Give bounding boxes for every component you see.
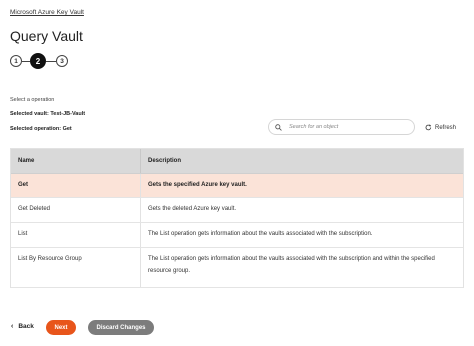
back-label: Back	[18, 323, 34, 330]
table-row[interactable]: List The List operation gets information…	[11, 223, 463, 248]
stepper-connector	[46, 61, 56, 62]
row-description: Gets the specified Azure key vault.	[148, 182, 247, 188]
table-row[interactable]: Get Gets the specified Azure key vault.	[11, 174, 463, 198]
next-button[interactable]: Next	[46, 320, 76, 335]
step-3[interactable]: 3	[56, 55, 68, 67]
row-name: List	[11, 223, 141, 247]
back-button[interactable]: ‹ Back	[11, 323, 34, 330]
row-description: The List operation gets information abou…	[148, 256, 435, 274]
chevron-left-icon: ‹	[11, 323, 14, 330]
row-name: Get	[11, 174, 141, 197]
row-name: Get Deleted	[11, 198, 141, 222]
discard-changes-button[interactable]: Discard Changes	[88, 320, 154, 335]
breadcrumb[interactable]: Microsoft Azure Key Vault	[10, 9, 84, 16]
search-box[interactable]	[268, 119, 415, 135]
search-input[interactable]	[289, 124, 409, 130]
stepper: 1 2 3	[10, 53, 80, 69]
operation-label: Select a operation	[10, 97, 55, 103]
search-icon	[275, 123, 282, 131]
refresh-icon	[425, 124, 432, 131]
row-description: Gets the deleted Azure key vault.	[148, 206, 237, 212]
row-description: The List operation gets information abou…	[148, 231, 373, 237]
column-header-name: Name	[11, 149, 141, 173]
step-2-active[interactable]: 2	[30, 53, 46, 69]
query-vault-page: Microsoft Azure Key Vault Query Vault 1 …	[0, 0, 474, 346]
step-1[interactable]: 1	[10, 55, 22, 67]
operations-table: Name Description Get Gets the specified …	[10, 148, 464, 288]
table-row[interactable]: Get Deleted Gets the deleted Azure key v…	[11, 198, 463, 223]
table-header: Name Description	[11, 149, 463, 174]
selected-operation-text: Selected operation: Get	[10, 126, 72, 132]
refresh-button[interactable]: Refresh	[425, 124, 456, 131]
page-title: Query Vault	[10, 28, 83, 44]
selected-vault-text: Selected vault: Test-JB-Vault	[10, 111, 86, 117]
row-name: List By Resource Group	[11, 248, 141, 287]
refresh-label: Refresh	[435, 124, 457, 131]
stepper-connector	[22, 61, 30, 62]
column-header-description: Description	[148, 158, 182, 164]
table-row[interactable]: List By Resource Group The List operatio…	[11, 248, 463, 288]
